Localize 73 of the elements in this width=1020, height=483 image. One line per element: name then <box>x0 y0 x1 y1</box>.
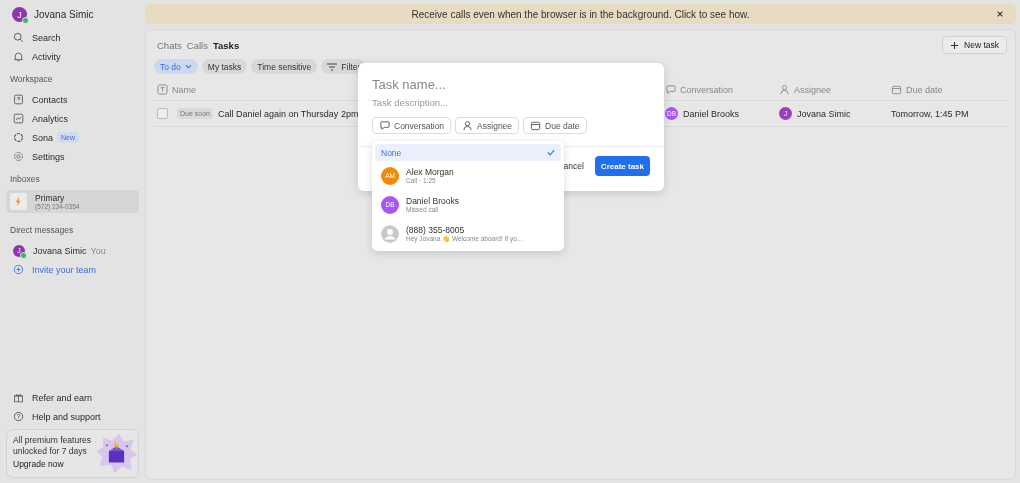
task-checkbox[interactable] <box>157 108 168 119</box>
ring-icon <box>13 132 24 143</box>
chevron-down-icon <box>184 64 192 69</box>
property-chip[interactable]: Due date <box>523 117 587 134</box>
column-header: Assignee <box>779 84 891 95</box>
promo-text: All premium features unlocked for 7 days <box>13 435 92 457</box>
contact-name: Jovana Simic <box>33 245 87 256</box>
banner-text: Receive calls even when the browser is in the background. Click to see how. <box>411 8 750 20</box>
due-date: Tomorrow, 1:45 PM <box>891 107 970 120</box>
text-field-icon <box>157 84 168 95</box>
lightning-icon <box>10 193 27 210</box>
contacts-icon <box>13 94 24 105</box>
section-heading: Direct messages <box>9 224 75 237</box>
nav-item[interactable]: Help and support <box>6 407 139 426</box>
checkmark-icon <box>547 149 555 156</box>
nav-label: Settings <box>32 151 65 162</box>
inbox-name: Primary <box>35 193 66 203</box>
nav-item[interactable]: Analytics <box>6 109 139 128</box>
new-task-button[interactable]: New task <box>942 36 1007 54</box>
person-avatar-icon <box>381 224 399 243</box>
tab[interactable]: Chats <box>157 39 182 51</box>
chart-icon <box>13 113 24 124</box>
contact-name: Daniel Brooks <box>406 196 459 206</box>
gift-box-drawing <box>95 432 138 472</box>
assignee-name: Jovana Simic <box>797 108 851 119</box>
nav-item[interactable]: Settings <box>6 147 139 166</box>
section-heading: Workspace <box>9 73 54 86</box>
invite-link[interactable]: Invite your team <box>6 260 139 279</box>
chat-icon <box>665 84 676 95</box>
person-icon <box>462 120 474 131</box>
calendar-icon <box>891 84 902 95</box>
settings-icon <box>13 151 24 162</box>
nav-item[interactable]: Contacts <box>6 90 139 109</box>
notification-banner[interactable]: Receive calls even when the browser is in the background. Click to see how. <box>145 4 1016 24</box>
filter-icon <box>327 62 338 71</box>
create-task-button[interactable]: Create task <box>594 156 650 176</box>
nav-label: Sona <box>32 132 54 143</box>
you-label: You <box>90 245 106 256</box>
user-avatar[interactable]: J <box>12 7 27 22</box>
property-chip[interactable]: Assignee <box>455 117 520 134</box>
task-description-field[interactable]: Task description... <box>372 97 572 108</box>
task-name-field[interactable]: Task name... <box>372 76 572 93</box>
nav-item[interactable]: Activity <box>6 47 139 66</box>
filter-chip[interactable]: My tasks <box>201 59 248 74</box>
calendar-icon <box>530 120 542 131</box>
contact-name: (888) 355-8005 <box>406 224 466 235</box>
search-icon <box>13 32 24 43</box>
nav-label: Contacts <box>32 94 68 105</box>
plus-icon <box>950 40 960 50</box>
property-chip[interactable]: Conversation <box>372 117 452 134</box>
column-header: Due date <box>891 84 1007 95</box>
nav-item[interactable]: Refer and earn <box>6 388 139 407</box>
nav-label: Analytics <box>32 113 68 124</box>
gift-icon <box>13 392 24 403</box>
bell-icon <box>13 51 24 62</box>
tab[interactable]: Tasks <box>212 39 240 51</box>
section-heading: Inboxes <box>9 173 41 186</box>
tab[interactable]: Calls <box>186 39 208 51</box>
close-icon[interactable] <box>996 10 1004 18</box>
filter-chip[interactable]: Time sensitive <box>251 59 318 74</box>
help-icon <box>13 411 24 422</box>
person-icon <box>779 84 790 95</box>
task-name: Call Daniel again on Thursday 2pm <box>217 108 359 119</box>
user-name: Jovana Simic <box>34 9 94 20</box>
plus-circle-icon <box>13 264 24 275</box>
cancel-button[interactable]: ancel <box>563 161 584 171</box>
column-header: Conversation <box>665 84 779 95</box>
upgrade-link[interactable]: Upgrade now <box>13 459 96 469</box>
contact-name: Alex Morgan <box>406 167 454 177</box>
conversation-name: Daniel Brooks <box>683 108 740 119</box>
dropdown-option[interactable]: None <box>375 144 561 161</box>
chat-icon <box>379 120 390 131</box>
nav-item[interactable]: Search <box>6 28 139 47</box>
